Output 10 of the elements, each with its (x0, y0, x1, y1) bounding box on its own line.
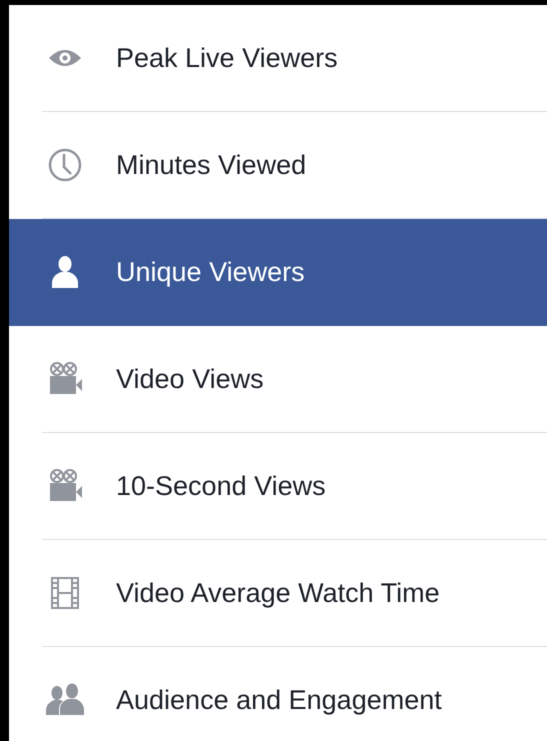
people-icon (45, 682, 85, 718)
menu-item[interactable]: Video Average Watch Time (9, 540, 547, 647)
menu-item[interactable]: 10-Second Views (9, 433, 547, 540)
menu-item[interactable]: Audience and Engagement (9, 647, 547, 741)
menu-item[interactable]: Peak Live Viewers (9, 5, 547, 112)
video-camera-icon (47, 361, 83, 397)
menu-item[interactable]: Unique Viewers (9, 219, 547, 326)
menu-item[interactable]: Video Views (9, 326, 547, 433)
clock-icon (47, 147, 83, 183)
video-camera-icon (47, 468, 83, 504)
